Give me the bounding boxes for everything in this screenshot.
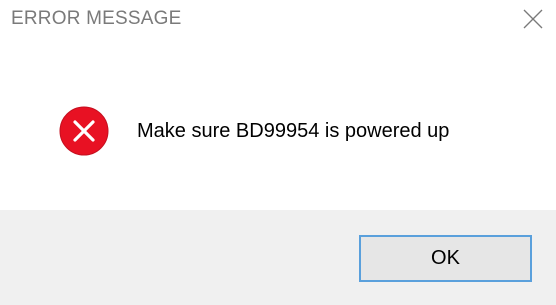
close-button[interactable] bbox=[510, 0, 556, 38]
message-row: Make sure BD99954 is powered up bbox=[59, 106, 449, 156]
close-icon bbox=[523, 9, 543, 29]
error-icon bbox=[59, 106, 109, 156]
error-message-text: Make sure BD99954 is powered up bbox=[137, 119, 450, 142]
window-title: ERROR MESSAGE bbox=[11, 8, 182, 29]
error-dialog: ERROR MESSAGE Make sure BD99954 is power… bbox=[0, 0, 556, 305]
ok-button[interactable]: OK bbox=[359, 235, 532, 282]
button-bar: OK bbox=[0, 210, 556, 305]
